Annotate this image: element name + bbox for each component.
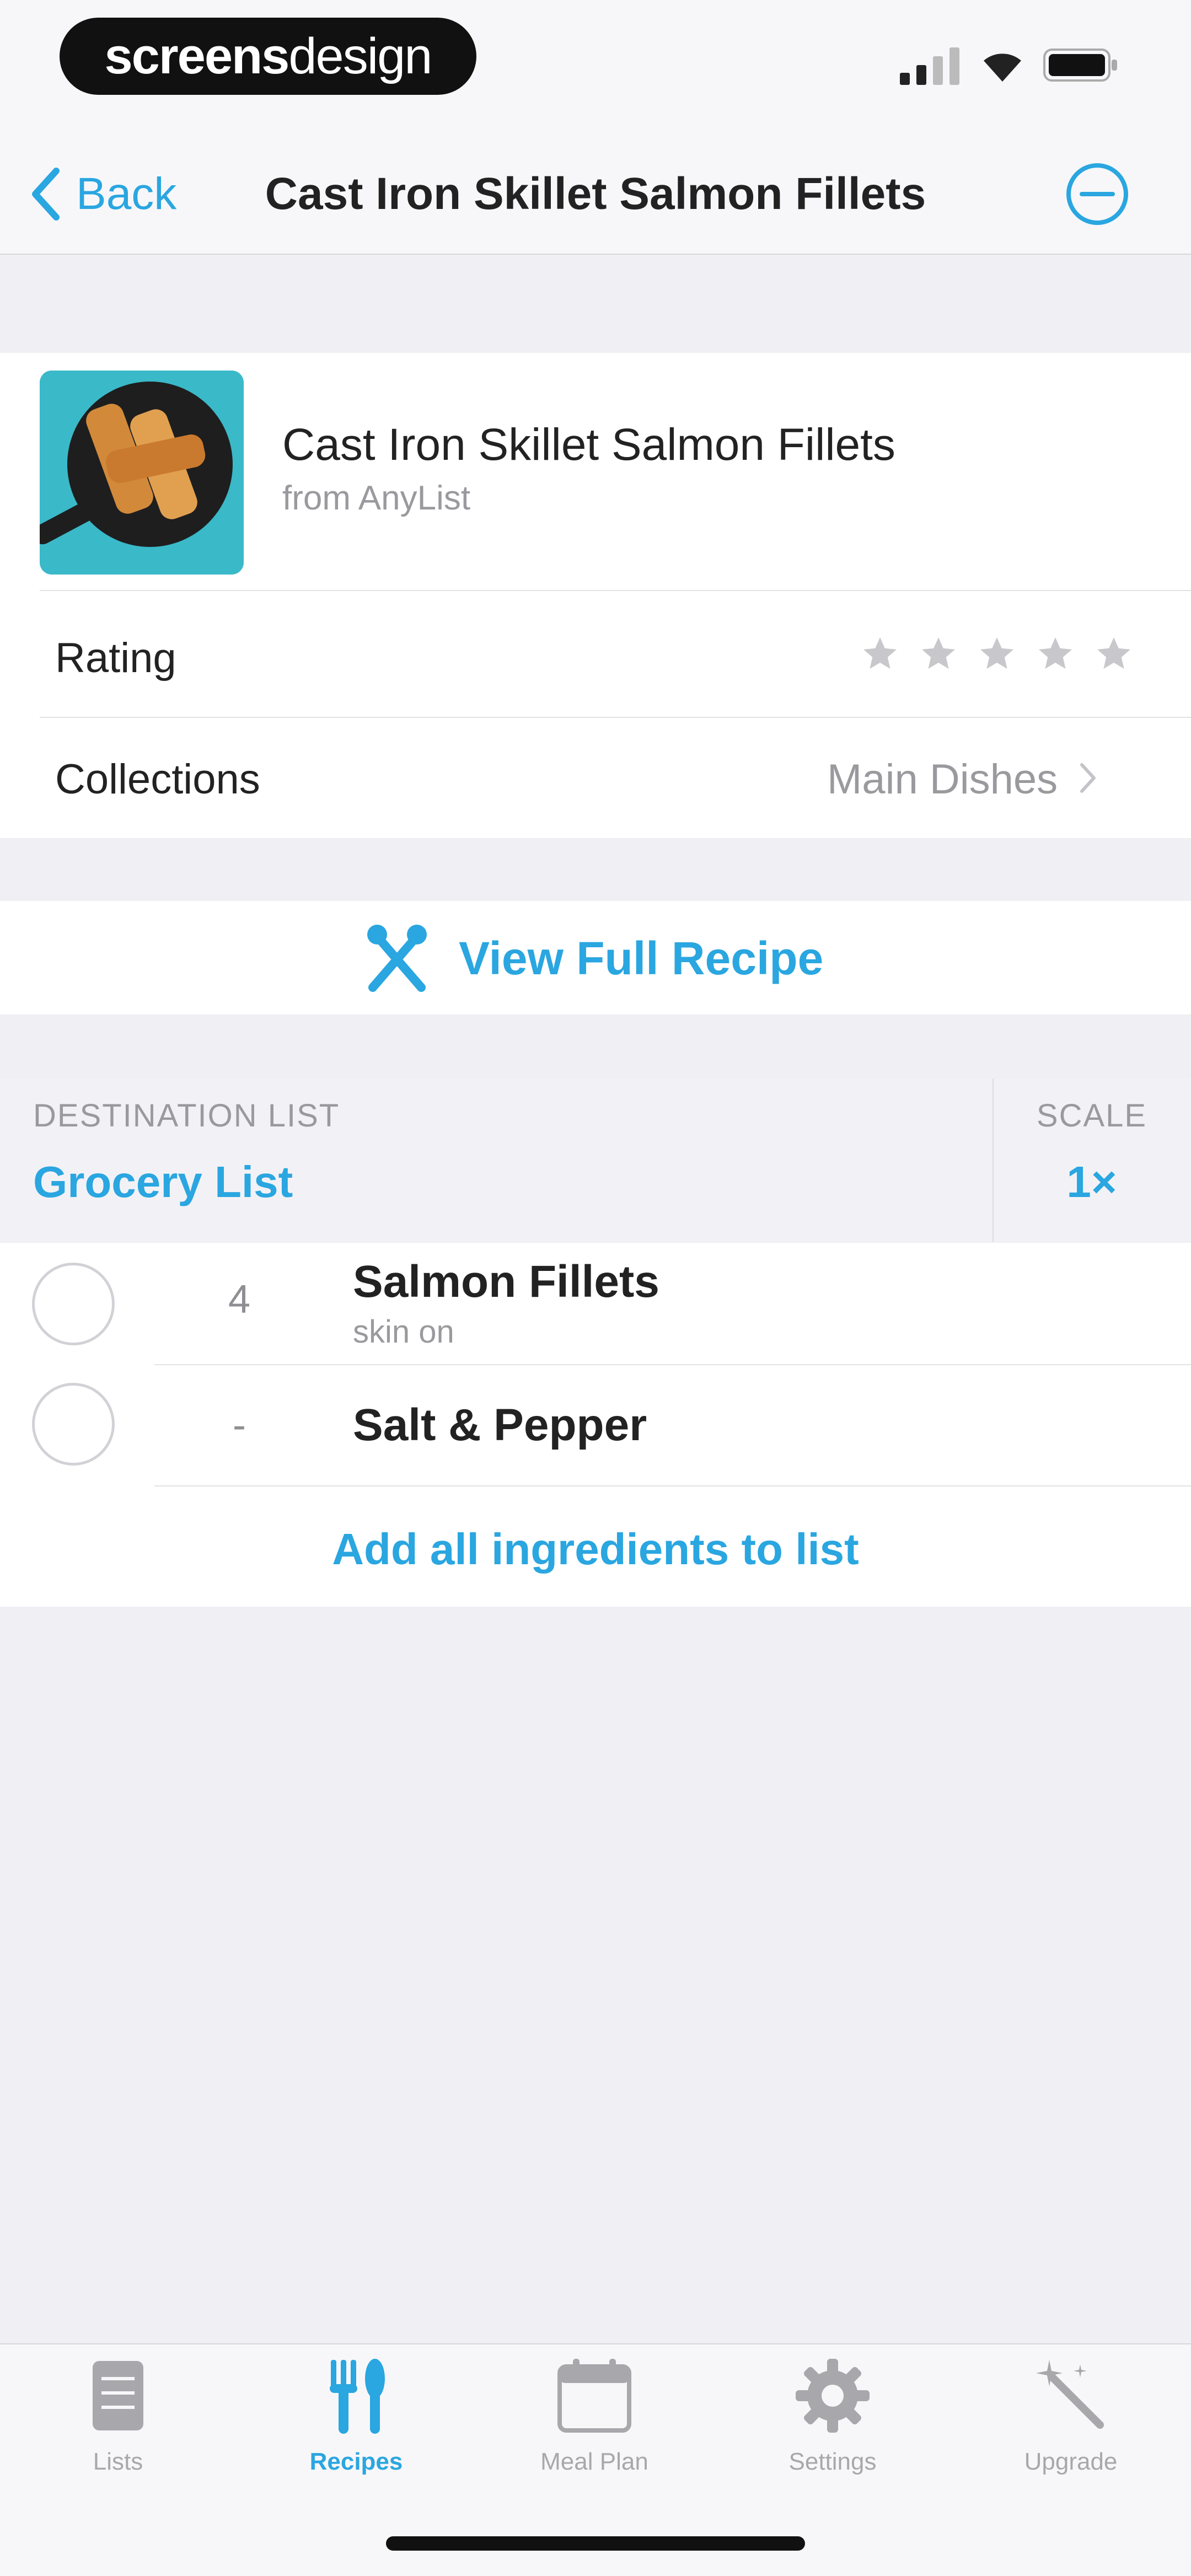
chevron-right-icon xyxy=(1080,755,1096,803)
more-options-icon[interactable] xyxy=(1064,161,1130,227)
tab-recipes[interactable]: Recipes xyxy=(246,2354,466,2498)
utensils-icon xyxy=(367,925,427,992)
recipe-photo xyxy=(40,371,244,575)
tab-label: Settings xyxy=(788,2448,877,2475)
upgrade-icon xyxy=(1036,2360,1104,2429)
star-icon[interactable] xyxy=(860,634,900,674)
recipe-source: from AnyList xyxy=(282,479,471,517)
tab-settings[interactable]: Settings xyxy=(722,2354,943,2498)
divider xyxy=(154,1364,1191,1365)
ingredient-checkbox[interactable] xyxy=(32,1263,115,1345)
ingredient-name: Salt & Pepper xyxy=(353,1400,647,1450)
collections-row[interactable]: Main Dishes xyxy=(827,755,1096,803)
scale-selector[interactable]: 1× xyxy=(993,1157,1191,1208)
divider xyxy=(154,1485,1191,1486)
lists-icon xyxy=(93,2361,143,2430)
rating-label: Rating xyxy=(55,635,176,681)
collections-label[interactable]: Collections xyxy=(55,755,260,803)
star-icon[interactable] xyxy=(919,634,958,674)
scale-label: SCALE xyxy=(1036,1098,1147,1134)
recipe-name: Cast Iron Skillet Salmon Fillets xyxy=(282,420,895,470)
ingredient-quantity: - xyxy=(233,1403,246,1447)
page-title: Cast Iron Skillet Salmon Fillets xyxy=(265,169,926,219)
screensdesign-watermark: screensdesign xyxy=(60,18,476,95)
tab-meal-plan[interactable]: Meal Plan xyxy=(484,2354,705,2498)
star-icon[interactable] xyxy=(977,634,1017,674)
cellular-signal-icon xyxy=(900,47,959,85)
recipes-icon xyxy=(330,2359,385,2434)
battery-icon xyxy=(1043,49,1117,82)
settings-icon xyxy=(796,2359,870,2433)
view-full-recipe-label: View Full Recipe xyxy=(459,932,824,984)
ingredient-quantity: 4 xyxy=(228,1278,251,1322)
divider xyxy=(40,590,1191,591)
star-icon[interactable] xyxy=(1036,634,1075,674)
ingredient-name: Salmon Fillets xyxy=(353,1257,659,1307)
rating-stars[interactable] xyxy=(860,634,1134,674)
tab-lists[interactable]: Lists xyxy=(8,2354,228,2498)
destination-list-selector[interactable]: Grocery List xyxy=(33,1157,293,1208)
tab-upgrade[interactable]: Upgrade xyxy=(961,2354,1181,2498)
tab-label: Upgrade xyxy=(1024,2448,1118,2475)
home-indicator[interactable] xyxy=(386,2536,805,2551)
chevron-left-icon xyxy=(32,168,60,221)
collections-value: Main Dishes xyxy=(827,756,1058,803)
meal-plan-icon xyxy=(557,2359,631,2433)
tab-label: Recipes xyxy=(309,2448,403,2475)
wifi-icon xyxy=(984,53,1021,82)
view-full-recipe-button[interactable]: View Full Recipe xyxy=(364,920,823,997)
star-icon[interactable] xyxy=(1094,634,1134,674)
ingredient-checkbox[interactable] xyxy=(32,1383,115,1466)
tab-label: Lists xyxy=(93,2448,143,2475)
ingredient-note: skin on xyxy=(353,1314,454,1350)
divider xyxy=(40,717,1191,718)
tab-label: Meal Plan xyxy=(540,2448,648,2475)
back-label: Back xyxy=(76,169,177,219)
add-all-ingredients-button[interactable]: Add all ingredients to list xyxy=(0,1511,1191,1588)
back-button[interactable]: Back xyxy=(31,161,176,227)
destination-list-label: DESTINATION LIST xyxy=(33,1098,340,1134)
